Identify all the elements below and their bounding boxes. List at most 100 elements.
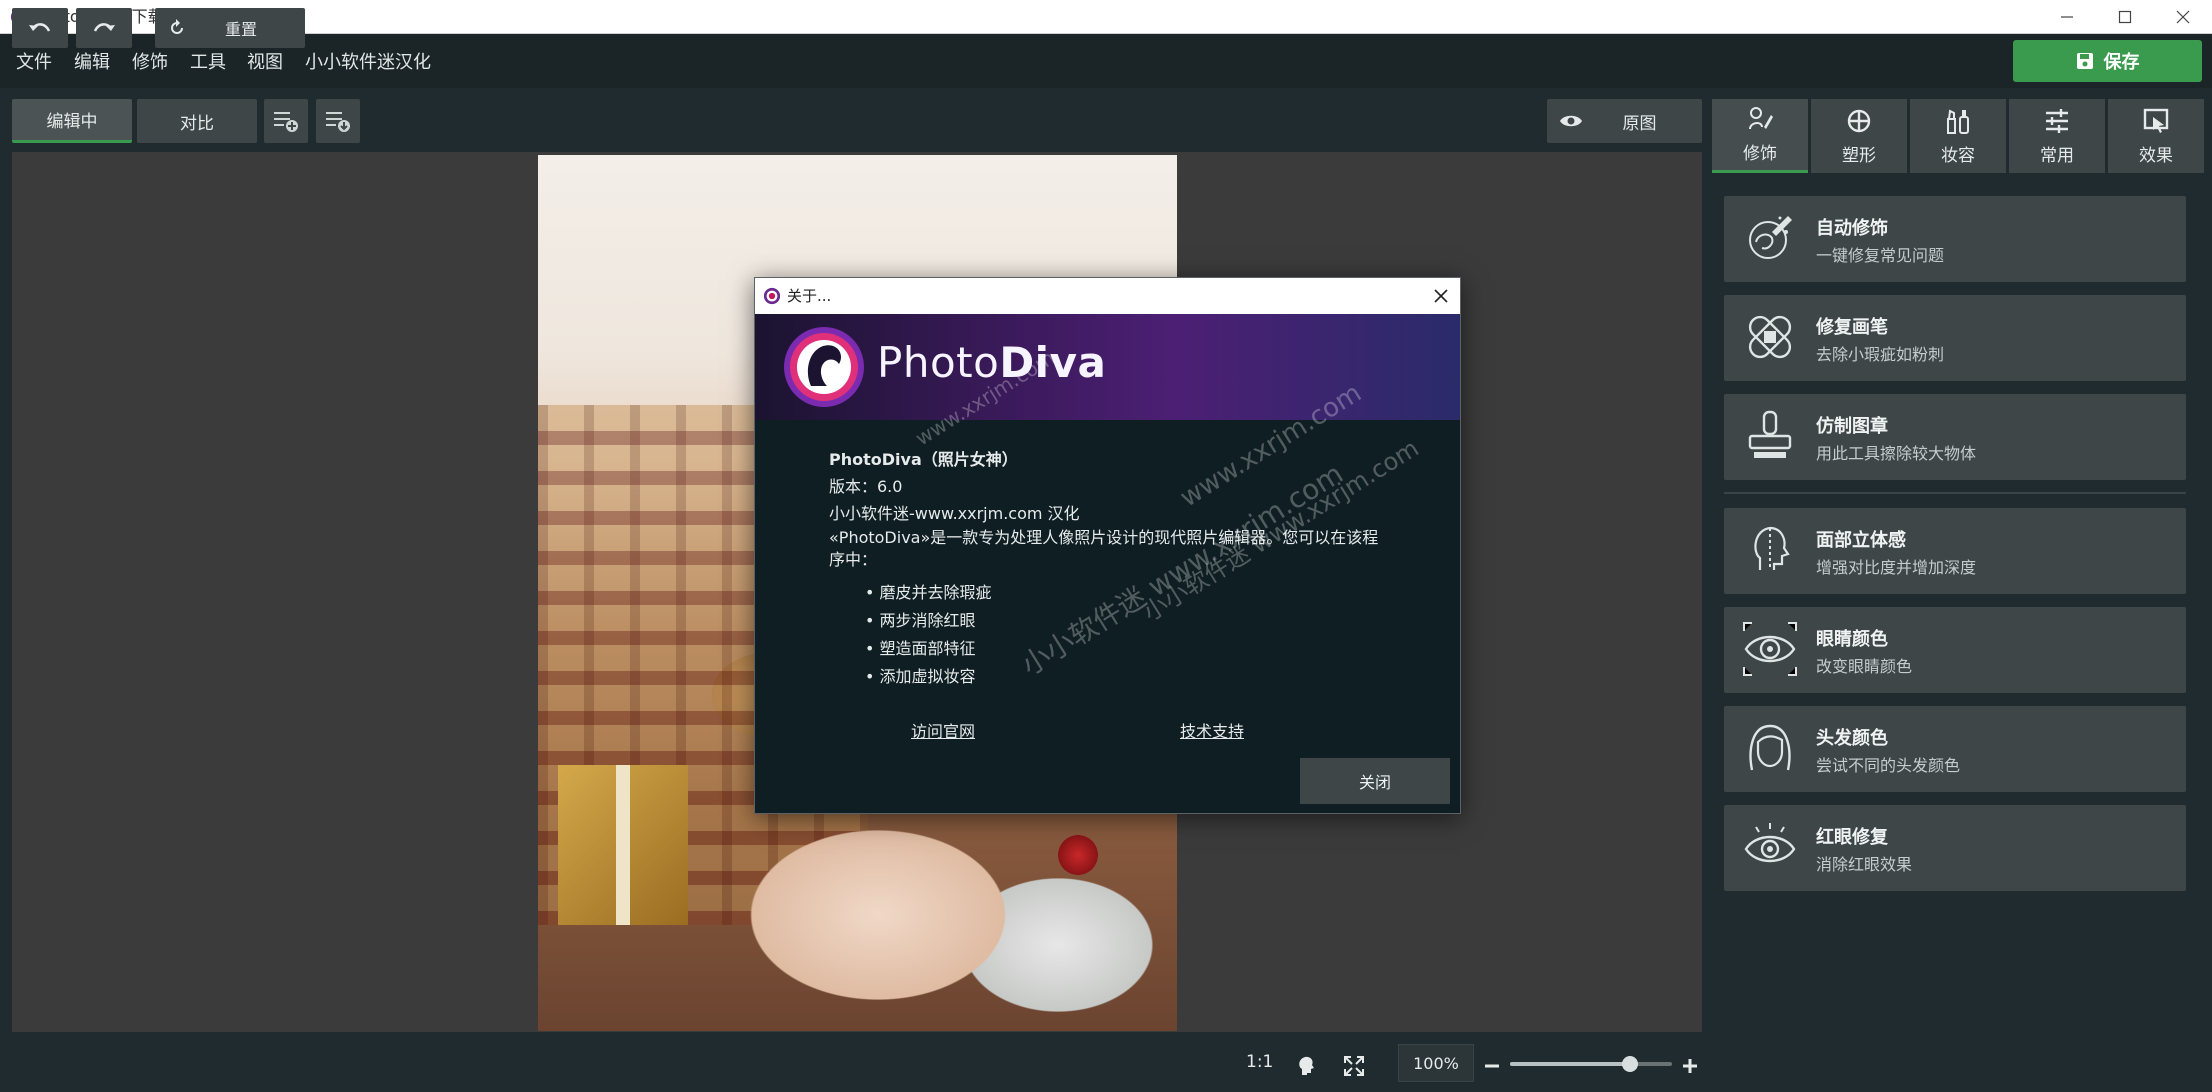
tab-shape[interactable]: 塑形 bbox=[1811, 99, 1907, 173]
preset-add-icon bbox=[274, 112, 298, 132]
compare-label: 对比 bbox=[180, 113, 214, 134]
undo-button[interactable] bbox=[12, 8, 68, 48]
zoom-slider-fill bbox=[1510, 1062, 1630, 1066]
tool-name: 仿制图章 bbox=[1816, 416, 1888, 437]
visit-website-link[interactable]: 访问官网 bbox=[911, 718, 975, 742]
about-close-label: 关闭 bbox=[1358, 773, 1391, 792]
reset-label: 重置 bbox=[224, 20, 257, 39]
tech-support-link[interactable]: 技术支持 bbox=[1180, 718, 1244, 742]
close-icon bbox=[2176, 10, 2190, 24]
tool-desc: 一键修复常见问题 bbox=[1816, 246, 1945, 265]
fit-screen-button[interactable] bbox=[1340, 1052, 1368, 1080]
tool-clone-stamp[interactable]: 仿制图章 用此工具擦除较大物体 bbox=[1724, 394, 2186, 480]
tool-name: 头发颜色 bbox=[1816, 728, 1888, 749]
tab-common[interactable]: 常用 bbox=[2009, 99, 2105, 173]
title-bar: PhotoDiva - 下载.jpg bbox=[0, 0, 2212, 34]
zoom-level-field[interactable]: 100% bbox=[1398, 1044, 1474, 1082]
about-dialog-titlebar: 关于... bbox=[755, 278, 1460, 314]
feature-item: • 添加虚拟妆容 bbox=[865, 667, 976, 686]
tool-eye-color[interactable]: 眼睛颜色 改变眼睛颜色 bbox=[1724, 607, 2186, 693]
localization-credit: 小小软件迷-www.xxrjm.com 汉化 bbox=[829, 504, 1080, 523]
tab-effects[interactable]: 效果 bbox=[2108, 99, 2204, 173]
sliders-icon bbox=[2046, 108, 2068, 133]
makeup-icon bbox=[1947, 108, 1969, 134]
brand-wordmark: PhotoDiva bbox=[877, 338, 1106, 387]
face-profile-icon bbox=[1299, 1056, 1314, 1075]
tool-name: 修复画笔 bbox=[1816, 317, 1888, 338]
tool-name: 红眼修复 bbox=[1816, 827, 1888, 848]
tool-auto-retouch[interactable]: 自动修饰 一键修复常见问题 bbox=[1724, 196, 2186, 282]
brand-wordmark-bold: Diva bbox=[999, 338, 1107, 387]
undo-icon bbox=[29, 23, 51, 32]
feature-item: • 磨皮并去除瑕疵 bbox=[865, 583, 992, 602]
redo-icon bbox=[93, 23, 115, 32]
zoom-out-button[interactable] bbox=[1478, 1052, 1506, 1080]
zoom-in-button[interactable] bbox=[1676, 1052, 1704, 1080]
actual-size-button[interactable]: 1:1 bbox=[1246, 1052, 1273, 1072]
stamp-icon bbox=[1748, 410, 1792, 458]
load-preset-button[interactable] bbox=[316, 99, 360, 143]
compare-mode-button[interactable]: 对比 bbox=[137, 99, 257, 143]
tab-effects-label: 效果 bbox=[2139, 145, 2173, 166]
product-description: «PhotoDiva»是一款专为处理人像照片设计的现代照片编辑器。您可以在该程序… bbox=[829, 528, 1379, 569]
editing-label: 编辑中 bbox=[46, 112, 98, 132]
about-body: PhotoDiva（照片女神） 版本：6.0 小小软件迷-www.xxrjm.c… bbox=[829, 446, 1429, 691]
tool-desc: 增强对比度并增加深度 bbox=[1816, 558, 1977, 577]
auto-retouch-icon bbox=[1749, 216, 1792, 259]
tool-name: 面部立体感 bbox=[1816, 530, 1906, 551]
photodiva-logo-icon bbox=[784, 327, 864, 407]
menu-localization[interactable]: 小小软件迷汉化 bbox=[305, 34, 431, 88]
tab-shape-label: 塑形 bbox=[1842, 145, 1876, 166]
minus-icon bbox=[1485, 1064, 1499, 1068]
retouch-icon bbox=[1749, 107, 1773, 130]
face-detect-button[interactable] bbox=[1292, 1052, 1320, 1080]
feature-item: • 两步消除红眼 bbox=[865, 611, 976, 630]
close-window-button[interactable] bbox=[2154, 0, 2212, 34]
tool-desc: 用此工具擦除较大物体 bbox=[1816, 444, 1977, 463]
minimize-button[interactable] bbox=[2038, 0, 2096, 34]
reset-button[interactable]: 重置 bbox=[155, 8, 305, 48]
maximize-icon bbox=[2118, 10, 2132, 24]
version-text: 版本：6.0 bbox=[829, 477, 903, 496]
maximize-button[interactable] bbox=[2096, 0, 2154, 34]
editing-mode-button[interactable]: 编辑中 bbox=[12, 99, 132, 143]
about-banner: PhotoDiva bbox=[755, 314, 1460, 420]
zoom-slider[interactable] bbox=[1510, 1056, 1672, 1072]
tool-desc: 去除小瑕疵如粉刺 bbox=[1816, 345, 1945, 364]
save-label: 保存 bbox=[2103, 52, 2140, 73]
tool-desc: 尝试不同的头发颜色 bbox=[1816, 756, 1961, 775]
feature-item: • 塑造面部特征 bbox=[865, 639, 976, 658]
tab-common-label: 常用 bbox=[2040, 145, 2074, 166]
tab-makeup-label: 妆容 bbox=[1941, 145, 1975, 166]
original-view-button[interactable]: 原图 bbox=[1547, 99, 1702, 143]
effects-icon bbox=[2143, 108, 2169, 133]
save-button[interactable]: 保存 bbox=[2013, 40, 2202, 82]
zoom-value: 100% bbox=[1413, 1053, 1459, 1073]
zoom-slider-thumb[interactable] bbox=[1621, 1056, 1638, 1072]
about-dialog-title: 关于... bbox=[787, 287, 832, 305]
minimize-icon bbox=[2061, 16, 2073, 18]
bandage-icon bbox=[1748, 315, 1792, 359]
face-contour-icon bbox=[1754, 526, 1790, 570]
tool-red-eye[interactable]: 红眼修复 消除红眼效果 bbox=[1724, 805, 2186, 891]
tools-divider bbox=[1724, 492, 2186, 494]
gift-box bbox=[558, 765, 688, 925]
tool-hair-color[interactable]: 头发颜色 尝试不同的头发颜色 bbox=[1724, 706, 2186, 792]
redo-button[interactable] bbox=[76, 8, 132, 48]
close-icon[interactable] bbox=[1432, 287, 1450, 305]
tool-healing-brush[interactable]: 修复画笔 去除小瑕疵如粉刺 bbox=[1724, 295, 2186, 381]
plus-icon bbox=[1683, 1059, 1697, 1073]
feature-list: • 磨皮并去除瑕疵 • 两步消除红眼 • 塑造面部特征 • 添加虚拟妆容 bbox=[865, 579, 1429, 691]
tab-makeup[interactable]: 妆容 bbox=[1910, 99, 2006, 173]
fit-screen-icon bbox=[1344, 1056, 1364, 1076]
about-close-button[interactable]: 关闭 bbox=[1300, 758, 1450, 804]
photo-subject bbox=[718, 815, 1048, 1031]
tab-retouch[interactable]: 修饰 bbox=[1712, 99, 1808, 173]
red-eye-icon bbox=[1744, 823, 1796, 863]
shape-icon bbox=[1847, 109, 1871, 132]
tool-face-contour[interactable]: 面部立体感 增强对比度并增加深度 bbox=[1724, 508, 2186, 594]
eye-color-icon bbox=[1743, 622, 1797, 676]
tool-desc: 消除红眼效果 bbox=[1816, 855, 1913, 874]
save-preset-button[interactable] bbox=[264, 99, 308, 143]
floppy-disk-icon bbox=[2076, 53, 2093, 69]
